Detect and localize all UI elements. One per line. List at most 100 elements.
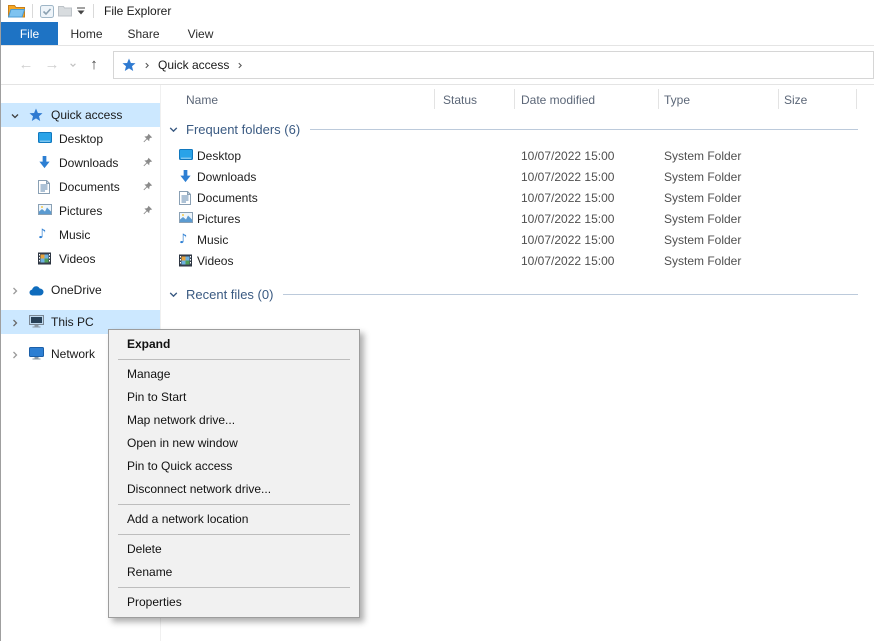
properties-toolbar-icon[interactable] [38, 2, 56, 20]
sidebar-item-pictures[interactable]: Pictures [1, 199, 160, 223]
breadcrumb-chevron-icon[interactable] [143, 61, 151, 70]
pin-icon [142, 205, 153, 219]
menu-separator [118, 504, 350, 505]
chevron-down-icon[interactable] [168, 289, 179, 300]
navigation-bar: ← → ↑ Quick access [1, 46, 874, 85]
chevron-right-icon[interactable] [10, 349, 20, 363]
chevron-down-icon[interactable] [10, 110, 20, 124]
music-icon: ♪ [38, 228, 46, 241]
file-name: Downloads [197, 170, 256, 184]
sidebar-item-label: Videos [59, 252, 95, 266]
column-divider[interactable] [658, 89, 659, 109]
documents-icon [38, 180, 50, 197]
group-header-frequent-folders[interactable]: Frequent folders (6) [161, 116, 874, 142]
recent-locations-chevron-icon[interactable] [65, 61, 81, 69]
menu-separator [118, 587, 350, 588]
menu-item-manage[interactable]: Manage [109, 363, 359, 386]
column-header-status[interactable]: Status [443, 93, 477, 107]
sidebar-item-quick-access[interactable]: Quick access [1, 103, 160, 127]
file-type: System Folder [664, 191, 741, 205]
videos-icon [38, 252, 51, 268]
column-header-name[interactable]: Name [186, 93, 218, 107]
menu-item-add-a-network-location[interactable]: Add a network location [109, 508, 359, 531]
music-icon: ♪ [179, 233, 187, 246]
pictures-icon [38, 204, 52, 218]
videos-icon [179, 254, 192, 267]
chevron-down-icon[interactable] [168, 124, 179, 135]
sidebar-item-label: Quick access [51, 108, 122, 122]
sidebar-item-label: Music [59, 228, 90, 242]
tab-file[interactable]: File [1, 22, 58, 45]
new-folder-toolbar-icon[interactable] [56, 2, 74, 20]
menu-item-map-network-drive[interactable]: Map network drive... [109, 409, 359, 432]
file-row-pictures[interactable]: Pictures 10/07/2022 15:00 System Folder [161, 209, 874, 230]
file-type: System Folder [664, 149, 741, 163]
menu-item-delete[interactable]: Delete [109, 538, 359, 561]
onedrive-icon [29, 285, 45, 299]
breadcrumb-chevron-icon[interactable] [236, 61, 244, 70]
sidebar-item-label: Documents [59, 180, 120, 194]
pin-icon [142, 133, 153, 147]
sidebar-item-label: OneDrive [51, 283, 102, 297]
file-type: System Folder [664, 212, 741, 226]
tab-home[interactable]: Home [58, 22, 115, 45]
file-date-modified: 10/07/2022 15:00 [521, 233, 614, 247]
menu-item-properties[interactable]: Properties [109, 591, 359, 614]
file-name: Pictures [197, 212, 240, 226]
sidebar-item-downloads[interactable]: Downloads [1, 151, 160, 175]
forward-icon[interactable]: → [39, 56, 65, 74]
desktop-icon [38, 132, 52, 147]
group-header-recent-files[interactable]: Recent files (0) [161, 281, 874, 307]
file-row-music[interactable]: ♪ Music 10/07/2022 15:00 System Folder [161, 230, 874, 251]
sidebar-item-music[interactable]: ♪ Music [1, 223, 160, 247]
file-date-modified: 10/07/2022 15:00 [521, 191, 614, 205]
menu-item-rename[interactable]: Rename [109, 561, 359, 584]
column-divider[interactable] [434, 89, 435, 109]
sidebar-section-gap [1, 271, 160, 278]
file-name: Documents [197, 191, 258, 205]
desktop-icon [179, 149, 193, 161]
up-icon[interactable]: ↑ [81, 56, 107, 74]
sidebar-item-videos[interactable]: Videos [1, 247, 160, 271]
file-date-modified: 10/07/2022 15:00 [521, 212, 614, 226]
chevron-right-icon[interactable] [10, 317, 20, 331]
column-header-size[interactable]: Size [784, 93, 807, 107]
column-divider[interactable] [514, 89, 515, 109]
sidebar-item-label: Desktop [59, 132, 103, 146]
group-header-rule [310, 129, 858, 130]
pictures-icon [179, 212, 193, 223]
menu-item-open-in-new-window[interactable]: Open in new window [109, 432, 359, 455]
tab-share[interactable]: Share [115, 22, 172, 45]
tab-view[interactable]: View [172, 22, 229, 45]
customize-quick-access-toolbar-icon[interactable] [74, 2, 88, 20]
ribbon-tabs: File Home Share View [1, 22, 874, 46]
back-icon[interactable]: ← [13, 56, 39, 74]
menu-separator [118, 534, 350, 535]
file-row-videos[interactable]: Videos 10/07/2022 15:00 System Folder [161, 251, 874, 272]
sidebar-item-onedrive[interactable]: OneDrive [1, 278, 160, 302]
file-row-documents[interactable]: Documents 10/07/2022 15:00 System Folder [161, 188, 874, 209]
chevron-right-icon[interactable] [10, 285, 20, 299]
column-header-type[interactable]: Type [664, 93, 690, 107]
qat-separator [32, 4, 33, 18]
sidebar-section-gap [1, 302, 160, 310]
column-header-row: Name Status Date modified Type Size [161, 85, 874, 113]
menu-item-expand[interactable]: Expand [109, 333, 359, 356]
menu-item-pin-to-start[interactable]: Pin to Start [109, 386, 359, 409]
menu-item-disconnect-network-drive[interactable]: Disconnect network drive... [109, 478, 359, 501]
address-bar[interactable]: Quick access [113, 51, 874, 79]
sidebar-item-desktop[interactable]: Desktop [1, 127, 160, 151]
downloads-icon [38, 156, 51, 172]
file-row-downloads[interactable]: Downloads 10/07/2022 15:00 System Folder [161, 167, 874, 188]
breadcrumb-location[interactable]: Quick access [158, 58, 229, 72]
menu-item-pin-to-quick-access[interactable]: Pin to Quick access [109, 455, 359, 478]
quick-access-star-icon [122, 58, 136, 72]
file-row-desktop[interactable]: Desktop 10/07/2022 15:00 System Folder [161, 146, 874, 167]
column-divider[interactable] [778, 89, 779, 109]
column-header-date-modified[interactable]: Date modified [521, 93, 595, 107]
documents-icon [179, 191, 191, 205]
sidebar-item-documents[interactable]: Documents [1, 175, 160, 199]
group-header-label: Frequent folders (6) [186, 122, 300, 137]
column-divider[interactable] [856, 89, 857, 109]
group-header-label: Recent files (0) [186, 287, 273, 302]
